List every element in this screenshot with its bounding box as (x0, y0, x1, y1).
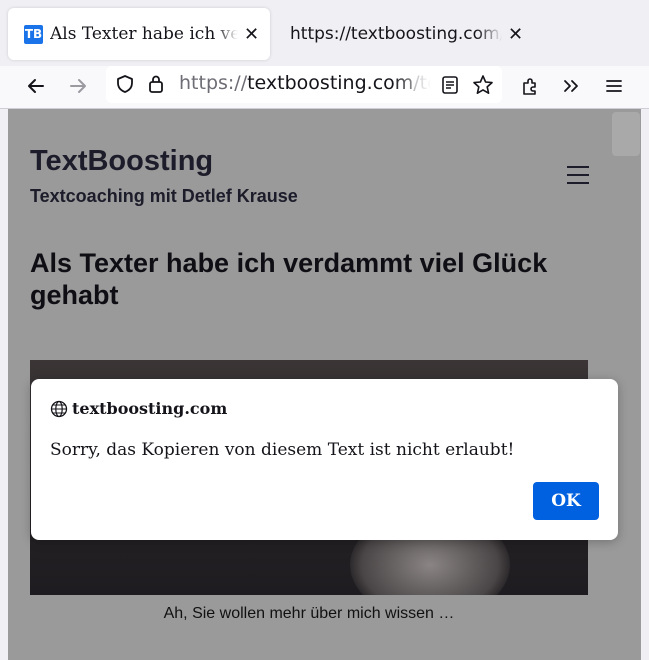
close-icon[interactable]: ✕ (244, 24, 259, 45)
hamburger-menu-icon[interactable] (567, 166, 589, 184)
tab-title: Als Texter habe ich verdammt viel Glück … (50, 24, 238, 44)
image-caption: Ah, Sie wollen mehr über mich wissen … (163, 605, 455, 622)
globe-icon (50, 400, 68, 417)
navigation-bar: https://textboosting.com/texter (0, 66, 649, 109)
scrollbar[interactable] (612, 112, 640, 156)
tab-inactive[interactable]: https://textboosting.com/kontakt ✕ (276, 8, 526, 60)
overflow-chevrons-icon[interactable] (555, 70, 587, 102)
alert-dialog: textboosting.com Sorry, das Kopieren von… (31, 379, 618, 540)
back-arrow-icon[interactable] (20, 70, 52, 102)
hamburger-menu-icon[interactable] (598, 70, 630, 102)
tab-bar: TB Als Texter habe ich verdammt viel Glü… (0, 0, 649, 66)
dialog-header: textboosting.com (50, 399, 227, 418)
star-icon[interactable] (472, 74, 494, 100)
site-tagline: Textcoaching mit Detlef Krause (30, 186, 298, 206)
lock-icon[interactable] (147, 74, 165, 98)
url-text[interactable]: https://textboosting.com/texter (179, 72, 431, 94)
site-title[interactable]: TextBoosting (30, 145, 213, 178)
forward-arrow-icon[interactable] (62, 70, 94, 102)
post-title: Als Texter habe ich verdammt viel Glück … (30, 248, 548, 310)
dialog-origin: textboosting.com (72, 399, 228, 418)
extensions-icon[interactable] (514, 70, 546, 102)
ok-button[interactable]: OK (533, 482, 599, 520)
tab-title: https://textboosting.com/kontakt (290, 24, 502, 44)
tab-active[interactable]: TB Als Texter habe ich verdammt viel Glü… (8, 8, 270, 60)
shield-icon[interactable] (115, 74, 135, 98)
dialog-message: Sorry, das Kopieren von diesem Text ist … (50, 440, 515, 460)
close-icon[interactable]: ✕ (508, 24, 523, 45)
reader-view-icon[interactable] (441, 75, 459, 99)
site-favicon: TB (24, 24, 43, 44)
url-bar[interactable]: https://textboosting.com/texter (106, 66, 502, 103)
